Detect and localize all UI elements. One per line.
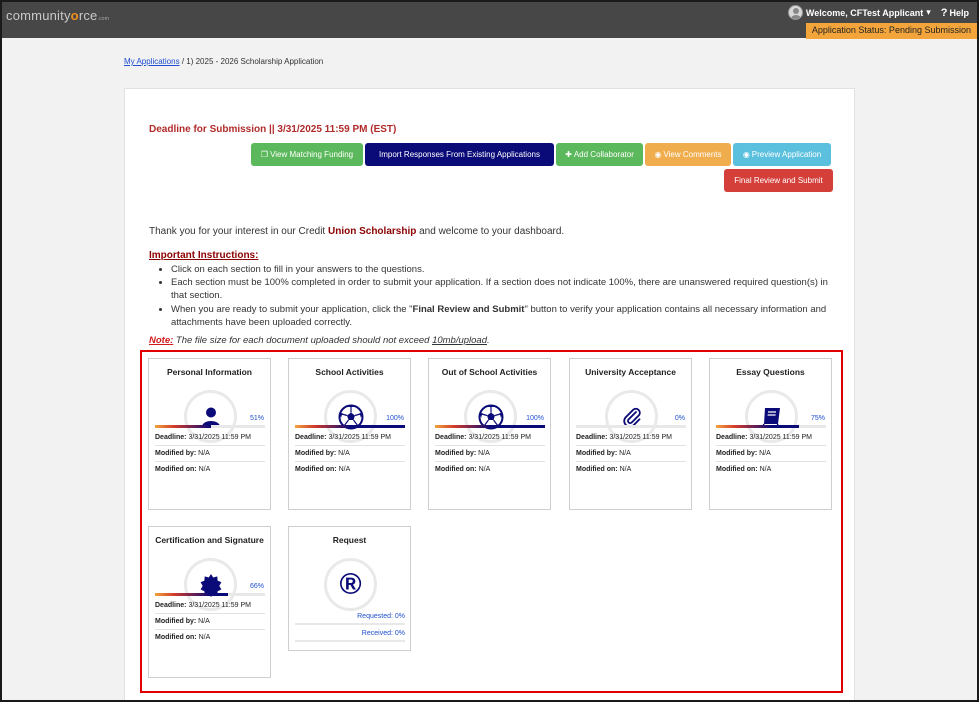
breadcrumb-my-applications[interactable]: My Applications	[124, 57, 180, 66]
instruction-item: Click on each section to fill in your an…	[171, 263, 839, 276]
submission-deadline: Deadline for Submission || 3/31/2025 11:…	[149, 124, 397, 135]
instruction-item: When you are ready to submit your applic…	[171, 303, 839, 329]
add-collaborator-button[interactable]: ✚ Add Collaborator	[556, 143, 643, 166]
question-icon: ?	[940, 6, 948, 19]
instructions-title: Important Instructions:	[149, 250, 259, 261]
user-menu-area: Welcome, CFTest Applicant ▾ ? Help	[787, 5, 969, 20]
import-responses-button[interactable]: Import Responses From Existing Applicati…	[365, 143, 554, 166]
logo-domain: .com	[97, 16, 110, 22]
note-end: .	[487, 335, 490, 346]
note-text: The file size for each document uploaded…	[173, 335, 433, 346]
view-comments-button[interactable]: ◉ View Comments	[645, 143, 731, 166]
breadcrumb: My Applications / 1) 2025 - 2026 Scholar…	[124, 57, 323, 66]
eye-icon: ◉	[654, 150, 662, 159]
instructions-list: Click on each section to fill in your an…	[149, 263, 839, 329]
user-menu[interactable]: Welcome, CFTest Applicant ▾	[787, 5, 931, 20]
intro-text: Thank you for your interest in our Credi…	[149, 226, 328, 237]
logo-f-mark: o	[70, 8, 79, 23]
note-label: Note:	[149, 335, 174, 346]
plus-icon: ✚	[565, 150, 572, 159]
logo-text: community	[6, 8, 71, 23]
preview-application-button[interactable]: ◉ Preview Application	[733, 143, 831, 166]
help-label: Help	[949, 7, 969, 18]
intro-text-end: and welcome to your dashboard.	[416, 226, 565, 237]
breadcrumb-current: 1) 2025 - 2026 Scholarship Application	[186, 57, 324, 66]
button-label: Preview Application	[751, 150, 822, 159]
chevron-down-icon: ▾	[926, 7, 931, 17]
button-label: View Matching Funding	[270, 150, 354, 159]
note-limit: 10mb/upload	[432, 335, 487, 346]
instruction-bold: Final Review and Submit	[412, 303, 525, 315]
final-review-submit-button[interactable]: Final Review and Submit	[724, 169, 833, 192]
intro-scholarship-name: Union Scholarship	[327, 226, 417, 237]
help-link[interactable]: ? Help	[941, 7, 969, 19]
eye-icon: ◉	[742, 150, 750, 159]
button-label: Add Collaborator	[573, 150, 634, 159]
file-size-note: Note: The file size for each document up…	[149, 335, 490, 346]
app-window: communityorce.com Welcome, CFTest Applic…	[0, 0, 979, 702]
communityforce-logo[interactable]: communityorce.com	[6, 8, 109, 23]
button-label: Final Review and Submit	[734, 176, 823, 185]
instruction-text: When you are ready to submit your applic…	[171, 303, 413, 315]
instruction-item: Each section must be 100% completed in o…	[171, 276, 839, 302]
view-matching-funding-button[interactable]: ❐ View Matching Funding	[251, 143, 363, 166]
button-label: View Comments	[663, 150, 722, 159]
avatar	[787, 5, 803, 20]
welcome-message: Thank you for your interest in our Credi…	[149, 226, 564, 237]
logo-text-suffix: rce	[78, 8, 98, 23]
copy-icon: ❐	[260, 150, 269, 159]
application-status-badge: Application Status: Pending Submission	[805, 23, 977, 39]
sections-highlight	[140, 350, 843, 693]
button-label: Import Responses From Existing Applicati…	[379, 150, 540, 159]
welcome-text: Welcome, CFTest Applicant	[805, 7, 924, 18]
